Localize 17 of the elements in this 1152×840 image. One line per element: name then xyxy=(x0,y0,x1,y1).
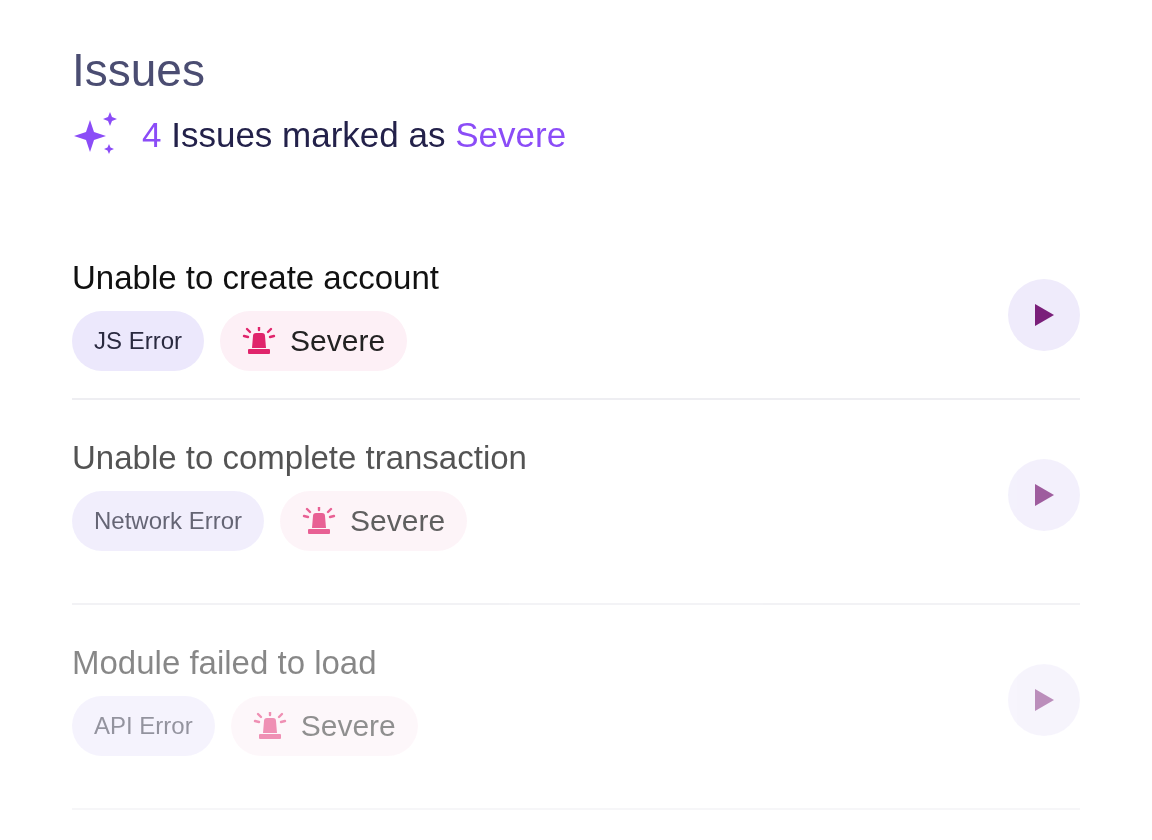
issue-title[interactable]: Unable to create account xyxy=(72,258,439,297)
severity-label: Severe xyxy=(290,323,386,358)
siren-icon xyxy=(252,711,287,740)
issue-title[interactable]: Unable to complete transaction xyxy=(72,438,527,477)
play-icon xyxy=(1033,482,1055,507)
summary-text: 4 Issues marked as Severe xyxy=(142,115,567,155)
error-type-tag: JS Error xyxy=(72,310,204,371)
page-title: Issues xyxy=(72,43,206,98)
severity-label: Severe xyxy=(350,503,446,538)
severity-label: Severe xyxy=(300,708,396,743)
issue-title[interactable]: Module failed to load xyxy=(72,643,418,682)
play-icon xyxy=(1033,302,1055,327)
siren-icon xyxy=(302,506,337,535)
error-type-tag: Network Error xyxy=(72,490,265,551)
play-icon xyxy=(1033,687,1055,712)
error-type-tag: API Error xyxy=(72,695,215,756)
siren-icon xyxy=(242,326,276,355)
